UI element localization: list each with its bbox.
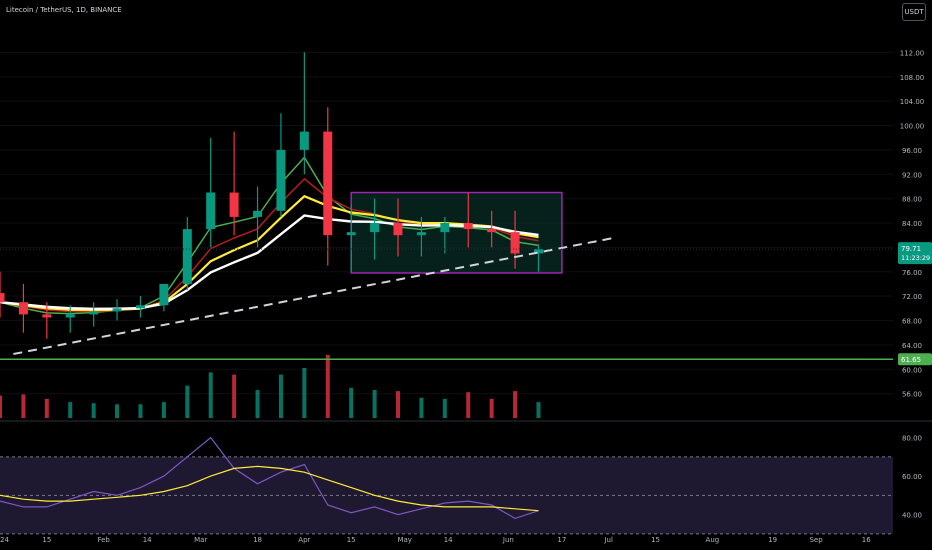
candle-body [0, 293, 5, 303]
volume-bar [396, 391, 401, 418]
time-tick-label: Jun [502, 536, 514, 544]
rsi-tick-label: 40.00 [902, 512, 922, 520]
candle-body [299, 131, 309, 150]
volume-bar [115, 404, 120, 418]
price-tick-label: 84.00 [902, 220, 922, 228]
price-tick-label: 60.00 [902, 366, 922, 374]
price-tick-label: 56.00 [902, 391, 922, 399]
candle-body [229, 192, 239, 217]
time-tick-label: Jul [603, 536, 613, 544]
support-level-value: 61.65 [901, 356, 921, 364]
candle-body [276, 149, 286, 211]
candle-body [346, 232, 356, 236]
price-tick-label: 92.00 [902, 171, 922, 179]
candle-body [463, 223, 473, 230]
time-tick-label: 14 [444, 536, 453, 544]
volume-bar [536, 402, 541, 418]
volume-bar [372, 390, 377, 418]
volume-bar [325, 354, 330, 418]
candle-body [487, 229, 497, 233]
time-tick-label: 19 [768, 536, 777, 544]
price-tick-label: 88.00 [902, 196, 922, 204]
volume-bar [68, 402, 73, 418]
price-tick-label: 108.00 [900, 74, 925, 82]
candle-body [65, 314, 75, 318]
trading-chart[interactable]: 112.00 108.00 104.00 100.00 96.00 92.00 88.00 8… [0, 0, 932, 550]
time-tick-label: May [397, 536, 411, 544]
candle-body [370, 223, 380, 233]
volume-bar [513, 391, 518, 418]
volume-bar [91, 403, 96, 418]
candle-body [323, 131, 333, 236]
time-tick-label: 14 [143, 536, 152, 544]
price-tick-label: 72.00 [902, 293, 922, 301]
volume-bar [161, 402, 166, 418]
volume-bar [21, 394, 26, 418]
candle-body [18, 302, 28, 315]
time-tick-label: 18 [253, 536, 262, 544]
price-tick-label: 76.00 [902, 269, 922, 277]
last-price-value: 79.71 [901, 245, 921, 253]
volume-bar [255, 390, 260, 418]
volume-bar [0, 395, 2, 418]
candle-body [42, 314, 52, 318]
time-tick-label: Mar [194, 536, 207, 544]
price-tick-label: 96.00 [902, 147, 922, 155]
price-tick-label: 68.00 [902, 318, 922, 326]
candle-body [89, 311, 99, 315]
volume-bar [208, 372, 213, 418]
time-tick-label: 2024 [0, 536, 9, 544]
volume-bar [489, 398, 494, 418]
currency-button[interactable]: USDT [902, 3, 926, 21]
time-tick-label: Feb [97, 536, 110, 544]
volume-bar [278, 374, 283, 418]
countdown-value: 11:23:29 [901, 254, 930, 262]
time-tick-label: 15 [347, 536, 356, 544]
time-tick-label: 16 [862, 536, 871, 544]
candle-body [393, 223, 403, 236]
symbol-title: Litecoin / TetherUS, 1D, BINANCE [6, 6, 122, 14]
time-tick-label: 15 [651, 536, 660, 544]
volume-bar [185, 385, 190, 418]
time-tick-label: 17 [557, 536, 566, 544]
candle-body [135, 305, 145, 309]
candle-body [510, 232, 520, 254]
volume-bar [466, 392, 471, 418]
time-tick-label: 15 [42, 536, 51, 544]
time-tick-label: Apr [298, 536, 310, 544]
volume-bar [419, 397, 424, 418]
candle-body [253, 210, 263, 217]
price-tick-label: 64.00 [902, 342, 922, 350]
volume-bar [302, 368, 307, 418]
volume-bar [232, 374, 237, 418]
volume-bar [349, 387, 354, 418]
candle-body [206, 192, 216, 230]
candle-body [416, 232, 426, 236]
time-tick-label: Sep [809, 536, 823, 544]
candle-body [159, 283, 169, 306]
volume-bar [442, 398, 447, 418]
candle-body [182, 229, 192, 284]
volume-bar [44, 398, 49, 418]
rsi-tick-label: 60.00 [902, 473, 922, 481]
time-tick-label: Aug [706, 536, 720, 544]
price-tick-label: 112.00 [900, 49, 925, 57]
price-tick-label: 100.00 [900, 123, 925, 131]
volume-bar [138, 404, 143, 418]
candle-body [440, 223, 450, 233]
rsi-tick-label: 80.00 [902, 435, 922, 443]
price-tick-label: 104.00 [900, 98, 925, 106]
candle-body [112, 308, 122, 312]
